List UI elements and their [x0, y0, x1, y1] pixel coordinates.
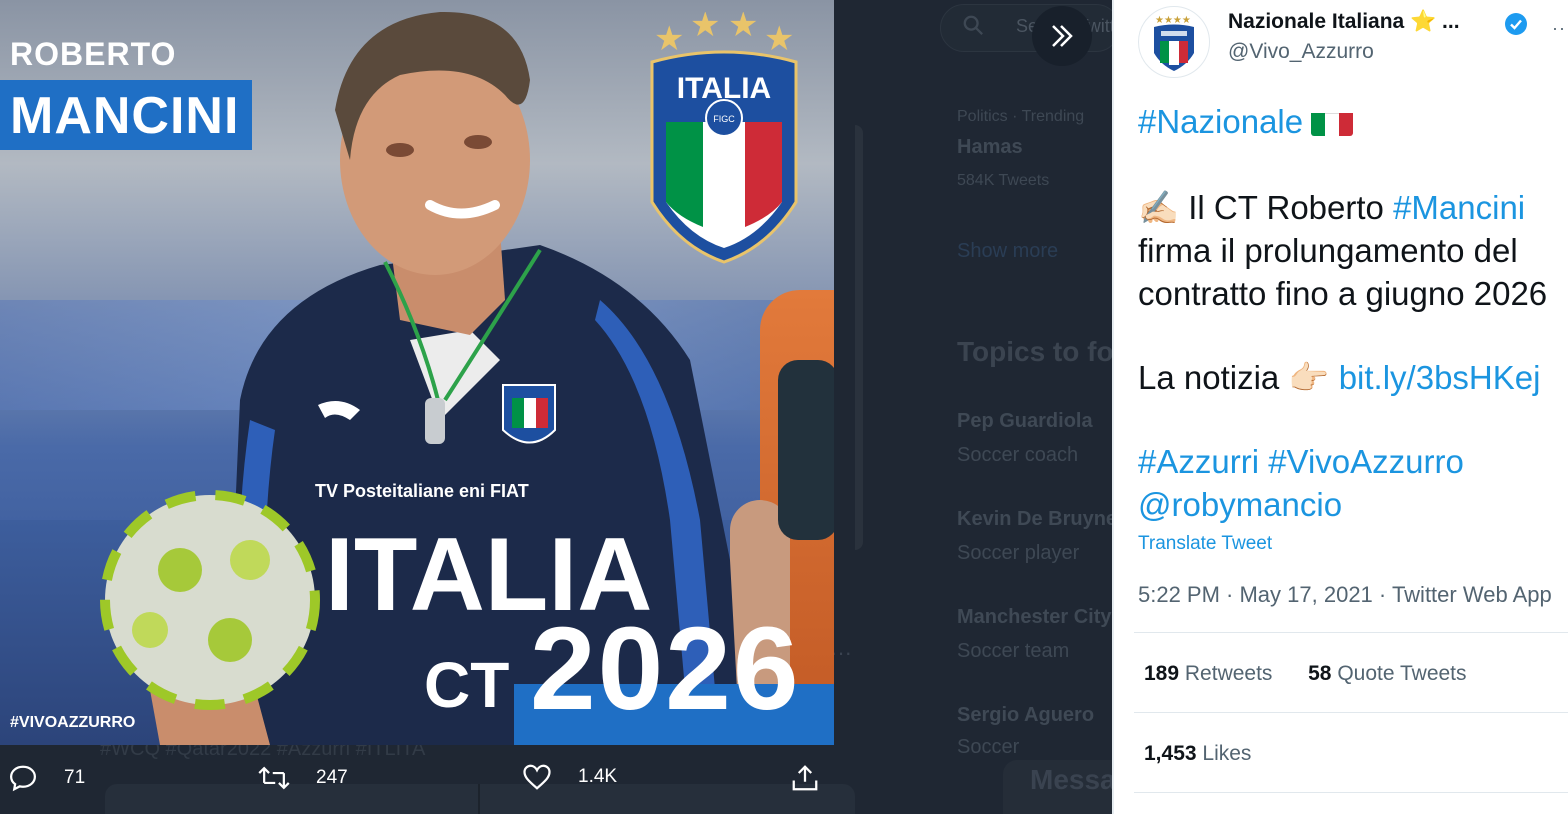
topic-desc: Soccer team — [957, 640, 1070, 662]
svg-text:★★★★: ★★★★ — [1155, 15, 1191, 26]
italy-flag-icon — [1311, 108, 1354, 136]
external-link[interactable]: bit.ly/3bsHKej — [1339, 359, 1541, 396]
italia-crest-logo: ★ ★ ★ ★ ITALIA FIGC — [650, 12, 798, 264]
like-count: 1.4K — [578, 766, 618, 787]
retweets-label: Retweets — [1184, 662, 1273, 685]
trend-category: Politics · Trending — [957, 108, 1085, 125]
search-icon — [963, 15, 983, 35]
tweet-text-line: firma il prolungamento del — [1138, 232, 1518, 269]
hashtag-link[interactable]: #Nazionale — [1138, 103, 1303, 140]
divider — [1134, 712, 1568, 713]
quote-tweets-count: 58 — [1308, 662, 1332, 685]
retweet-icon — [258, 766, 290, 790]
share-button[interactable] — [790, 763, 846, 793]
vivoazzurro-tag: #VIVOAZZURRO — [10, 714, 136, 731]
background-card-edge — [855, 125, 863, 550]
reply-icon — [9, 765, 37, 792]
retweet-button[interactable]: 247 — [258, 763, 348, 793]
quote-tweets-stat[interactable]: 58 Quote Tweets — [1308, 662, 1466, 685]
media-action-bar: 71 247 1.4K — [0, 745, 834, 814]
retweets-stat[interactable]: 189 Retweets — [1144, 662, 1272, 685]
verified-badge-icon — [1505, 13, 1527, 35]
svg-text:★: ★ — [690, 12, 720, 44]
trend-count: 584K Tweets — [957, 172, 1050, 189]
tweet-timestamp[interactable]: 5:22 PM · May 17, 2021 · Twitter Web App — [1138, 582, 1552, 608]
mention-link[interactable]: @robymancio — [1138, 483, 1568, 526]
likes-stat[interactable]: 1,453 Likes — [1144, 742, 1251, 766]
reply-count: 71 — [64, 767, 86, 788]
writing-hand-emoji: ✍🏻 — [1138, 189, 1180, 226]
share-icon — [792, 765, 818, 791]
avatar[interactable]: ★★★★ — [1138, 6, 1210, 78]
topic-name: Sergio Aguero — [957, 704, 1095, 726]
author-handle[interactable]: @Vivo_Azzurro — [1228, 40, 1558, 64]
last-name-label: MANCINI — [10, 87, 240, 145]
crest-sub-text: FIGC — [713, 114, 735, 124]
topic-name: Pep Guardiola — [957, 410, 1093, 432]
hashtag-link[interactable]: #Mancini — [1393, 189, 1525, 226]
background-sidebar: Politics · Trending Hamas 584K Tweets Sh… — [935, 96, 1127, 814]
trend-name: Hamas — [957, 136, 1023, 158]
first-name-label: ROBERTO — [10, 36, 177, 72]
topic-name: Manchester City — [957, 606, 1112, 628]
svg-text:★: ★ — [654, 20, 684, 58]
double-chevron-right-icon — [1052, 25, 1073, 47]
topic-name: Kevin De Bruyne — [957, 508, 1118, 530]
quote-tweets-label: Quote Tweets — [1337, 662, 1467, 685]
engagement-stats: 189 Retweets 58 Quote Tweets — [1144, 662, 1467, 686]
expand-panel-button[interactable] — [1032, 6, 1092, 66]
topics-heading: Topics to follow — [957, 336, 1127, 367]
divider — [1134, 792, 1568, 793]
ct-label: CT — [424, 649, 510, 721]
more-options-icon[interactable]: ··· — [1552, 18, 1568, 39]
show-more-link: Show more — [957, 240, 1059, 262]
reply-button[interactable]: 71 — [8, 763, 85, 793]
retweet-count: 247 — [316, 767, 348, 788]
italia-crest-icon: ★★★★ — [1154, 15, 1194, 71]
svg-text:★: ★ — [764, 20, 794, 58]
hashtag-links[interactable]: #Azzurri #VivoAzzurro — [1138, 440, 1568, 483]
tweet-detail-panel: ★★★★ Nazionale Italiana ⭐ ... @Vivo_Azzu… — [1112, 0, 1568, 814]
tweet-text-segment: Il CT Roberto — [1179, 189, 1394, 226]
divider — [1134, 632, 1568, 633]
translate-tweet-link[interactable]: Translate Tweet — [1138, 533, 1272, 555]
topic-desc: Soccer — [957, 736, 1020, 758]
tweet-text-segment: La notizia 👉🏻 — [1138, 359, 1339, 396]
shirt-sponsors: TV Posteitaliane eni FIAT — [315, 481, 529, 501]
topic-desc: Soccer player — [957, 542, 1080, 564]
likes-label: Likes — [1202, 742, 1252, 765]
svg-text:★: ★ — [728, 12, 758, 44]
topic-desc: Soccer coach — [957, 444, 1079, 466]
retweets-count: 189 — [1144, 662, 1180, 685]
tweet-text: #Nazionale ✍🏻 Il CT Roberto #Mancini fir… — [1138, 100, 1568, 526]
tweet-text-line: contratto fino a giugno 2026 — [1138, 275, 1548, 312]
like-button[interactable]: 1.4K — [522, 763, 617, 791]
ct-year: 2026 — [530, 603, 801, 735]
likes-count: 1,453 — [1144, 742, 1197, 765]
tweet-media-image[interactable]: TV Posteitaliane eni FIAT ITALIA ★ ★ ★ ★… — [0, 0, 834, 745]
heart-icon — [523, 764, 551, 790]
